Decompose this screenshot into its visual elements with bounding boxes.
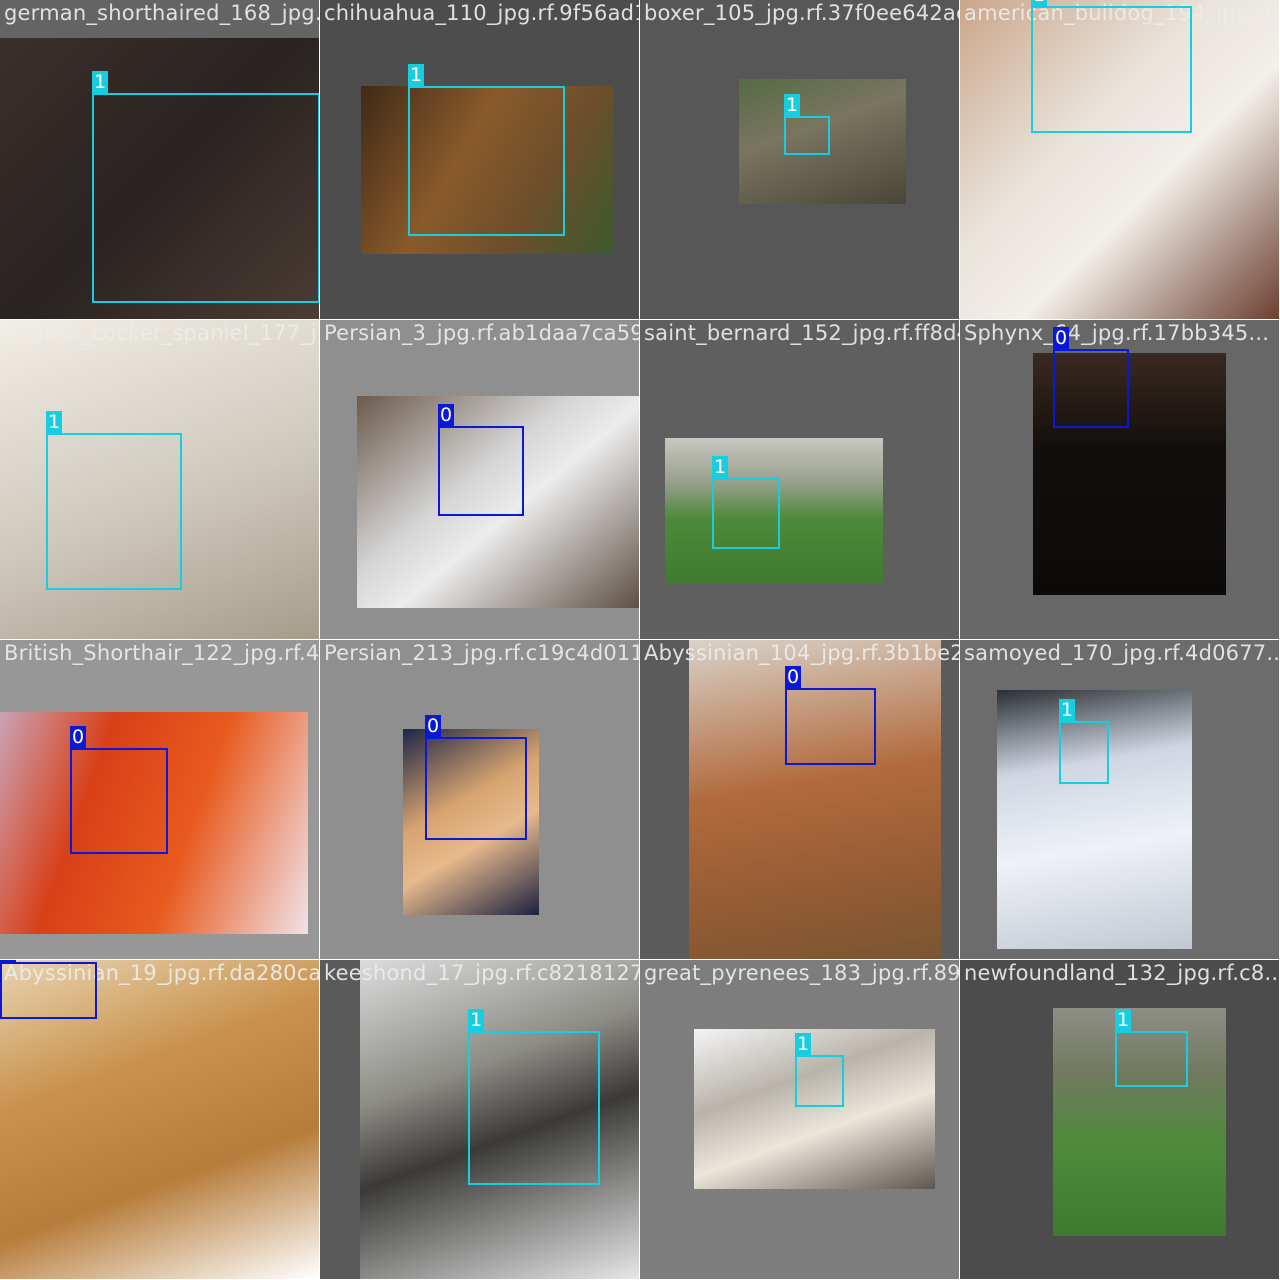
image-filename: Persian_213_jpg.rf.c19c4d0118939b510224.… — [324, 641, 639, 665]
class-label: 0 — [785, 666, 802, 688]
bounding-box: 1 — [92, 71, 319, 303]
image-filename: British_Shorthair_122_jpg.rf.4b68a8f4543… — [4, 641, 319, 665]
tile-14: keeshond_17_jpg.rf.c82181278d04317ba... … — [320, 960, 639, 1279]
bounding-box: 1 — [1115, 1009, 1188, 1087]
bounding-box: 0 — [1053, 327, 1129, 428]
image-filename: saint_bernard_152_jpg.rf.ff8d478bbe0281.… — [644, 321, 959, 345]
image-filename: keeshond_17_jpg.rf.c82181278d04317ba... — [324, 961, 639, 985]
image-filename: Persian_3_jpg.rf.ab1daa7ca5908745669d3..… — [324, 321, 639, 345]
class-label: 0 — [1053, 327, 1070, 349]
class-label: 0 — [0, 960, 17, 962]
tile-6: Persian_3_jpg.rf.ab1daa7ca5908745669d3..… — [320, 320, 639, 639]
tile-8: Sphynx_64_jpg.rf.17bb345... 0 — [960, 320, 1279, 639]
pet-photo — [694, 1029, 935, 1189]
tile-13: Abyssinian_19_jpg.rf.da280ca1e96ab460...… — [0, 960, 319, 1279]
bounding-box: 0 — [425, 715, 527, 840]
tile-5: english_cocker_spaniel_177_jpg.rf.381f9.… — [0, 320, 319, 639]
bounding-box: 1 — [795, 1033, 844, 1107]
tile-3: boxer_105_jpg.rf.37f0ee642ae4e677884... … — [640, 0, 959, 319]
tile-10: Persian_213_jpg.rf.c19c4d0118939b510224.… — [320, 640, 639, 959]
tile-12: samoyed_170_jpg.rf.4d0677... 1 — [960, 640, 1279, 959]
tile-1: german_shorthaired_168_jpg.rf.a44818810.… — [0, 0, 319, 319]
image-filename: Sphynx_64_jpg.rf.17bb345... — [964, 321, 1270, 345]
tile-2: chihuahua_110_jpg.rf.9f56ad1bb76010584a7… — [320, 0, 639, 319]
class-label: 1 — [46, 411, 63, 433]
bounding-box: 1 — [712, 456, 780, 549]
class-label: 0 — [425, 715, 442, 737]
class-label: 1 — [468, 1009, 485, 1031]
class-label: 1 — [1115, 1009, 1132, 1031]
bounding-box: 0 — [0, 960, 97, 1019]
image-filename: english_cocker_spaniel_177_jpg.rf.381f9.… — [4, 321, 319, 345]
class-label: 1 — [92, 71, 109, 93]
tile-4: american_bulldog_194_jpg.rf... 1 — [960, 0, 1279, 319]
tile-9: British_Shorthair_122_jpg.rf.4b68a8f4543… — [0, 640, 319, 959]
bounding-box: 1 — [1059, 699, 1109, 784]
tile-15: great_pyrenees_183_jpg.rf.8920f5a890101.… — [640, 960, 959, 1279]
image-filename: great_pyrenees_183_jpg.rf.8920f5a890101.… — [644, 961, 959, 985]
bounding-box: 1 — [408, 64, 565, 236]
detection-batch-mosaic: german_shorthaired_168_jpg.rf.a44818810.… — [0, 0, 1280, 1280]
class-label: 1 — [408, 64, 425, 86]
tile-7: saint_bernard_152_jpg.rf.ff8d478bbe0281.… — [640, 320, 959, 639]
image-filename: Abyssinian_104_jpg.rf.3b1be2a0e9584206..… — [644, 641, 959, 665]
class-label: 1 — [1059, 699, 1076, 721]
tile-11: Abyssinian_104_jpg.rf.3b1be2a0e9584206..… — [640, 640, 959, 959]
class-label: 1 — [1031, 0, 1048, 6]
image-filename: samoyed_170_jpg.rf.4d0677... — [964, 641, 1279, 665]
bounding-box: 0 — [438, 404, 524, 516]
image-filename: boxer_105_jpg.rf.37f0ee642ae4e677884... — [644, 1, 959, 25]
class-label: 1 — [784, 94, 801, 116]
bounding-box: 1 — [1031, 0, 1192, 133]
class-label: 1 — [712, 456, 729, 478]
bounding-box: 1 — [784, 94, 830, 155]
bounding-box: 0 — [70, 726, 168, 854]
class-label: 0 — [70, 726, 87, 748]
image-filename: newfoundland_132_jpg.rf.c8... — [964, 961, 1279, 985]
bounding-box: 1 — [468, 1009, 600, 1185]
class-label: 0 — [438, 404, 455, 426]
bounding-box: 1 — [46, 411, 182, 590]
image-filename: chihuahua_110_jpg.rf.9f56ad1bb76010584a7… — [324, 1, 639, 25]
class-label: 1 — [795, 1033, 812, 1055]
tile-16: newfoundland_132_jpg.rf.c8... 1 — [960, 960, 1279, 1279]
bounding-box: 0 — [785, 666, 876, 765]
image-filename: german_shorthaired_168_jpg.rf.a44818810.… — [4, 1, 319, 25]
